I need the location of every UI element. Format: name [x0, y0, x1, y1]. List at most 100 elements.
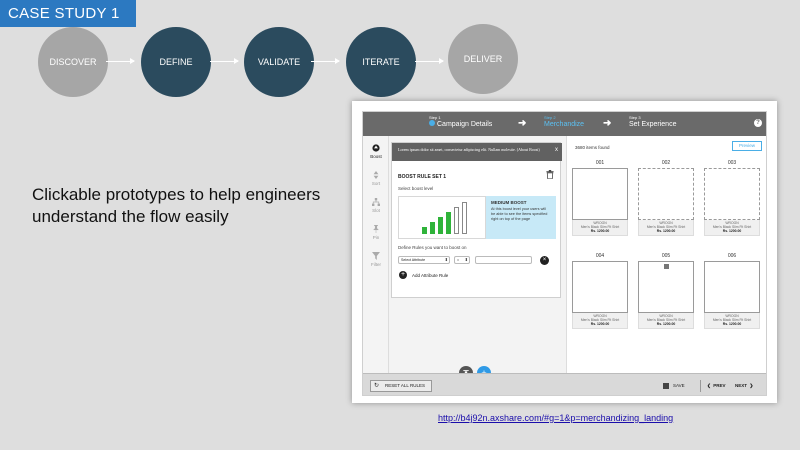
close-icon[interactable]: x: [555, 147, 558, 153]
boost-rule-panel: Lorem ipsum dolor sit amet, consectetur …: [391, 142, 562, 298]
rule-toolbar: Boost Sort Slot Pin Filter: [363, 136, 389, 373]
items-found-count: 3680 items found: [575, 145, 610, 150]
remove-rule-icon[interactable]: ×: [540, 256, 549, 265]
reset-label: RESET ALL RULES: [385, 383, 426, 388]
prev-button[interactable]: ❮ PREV: [707, 383, 726, 389]
product-caption: WROGN Men's Black Slim Fit Shirt Rs. 1200.…: [704, 220, 760, 236]
prototype-link[interactable]: http://b4j92n.axshare.com/#g=1&p=merchan…: [438, 413, 673, 423]
pin-icon: [373, 225, 379, 233]
step-label: DEFINE: [159, 57, 193, 67]
product-slot-number: 004: [595, 253, 605, 259]
tool-filter[interactable]: Filter: [363, 252, 389, 267]
boost-bar[interactable]: [446, 212, 451, 234]
boost-level-info: MEDIUM BOOST At this boost level your us…: [486, 196, 556, 239]
step-label: ITERATE: [362, 57, 400, 67]
wizard-step-set-experience[interactable]: Step 3 Set Experience: [629, 115, 676, 128]
product-price: Rs. 1200.00: [722, 322, 742, 326]
add-icon[interactable]: +: [399, 271, 407, 279]
tool-label: Boost: [370, 154, 382, 159]
wizard-step-title: Campaign Details: [437, 121, 493, 128]
wizard-bar: Step 1 Campaign Details ➜ Step 2 Merchan…: [363, 112, 766, 136]
product-price: Rs. 1200.00: [656, 322, 676, 326]
step-deliver: DELIVER: [448, 24, 518, 94]
tool-sort[interactable]: Sort: [363, 171, 389, 186]
refresh-icon: ↻: [374, 383, 380, 389]
boost-bar[interactable]: [462, 202, 467, 234]
operator-select[interactable]: =: [454, 256, 470, 264]
attribute-value-input[interactable]: [475, 256, 532, 264]
wizard-step-title: Set Experience: [629, 121, 677, 128]
preview-button[interactable]: Preview: [732, 141, 762, 151]
save-button[interactable]: SAVE: [663, 383, 685, 389]
add-attribute-rule-link[interactable]: Add Attribute Rule: [412, 273, 448, 278]
arrow-icon: [210, 58, 239, 64]
boost-bar[interactable]: [454, 207, 459, 234]
wizard-step-number: Step 1: [429, 115, 441, 120]
next-button[interactable]: NEXT ❯: [735, 383, 753, 389]
product-image: [572, 168, 628, 220]
product-card[interactable]: 002 WROGN Men's Black Slim Fit Shirt Rs. 1…: [638, 160, 694, 236]
prototype-screenshot: Step 1 Campaign Details ➜ Step 2 Merchan…: [352, 101, 777, 403]
tooltip-text: Lorem ipsum dolor sit amet, consectetur …: [398, 147, 540, 152]
boost-icon: [372, 144, 380, 152]
reset-all-rules-button[interactable]: ↻ RESET ALL RULES: [370, 380, 432, 392]
tool-label: Filter: [371, 262, 381, 267]
product-slot-number: 006: [727, 253, 737, 259]
product-caption: WROGN Men's Black Slim Fit Shirt Rs. 1200.…: [704, 313, 760, 329]
product-card[interactable]: 001 WROGN Men's Black Slim Fit Shirt Rs. 1…: [572, 160, 628, 236]
prev-label: PREV: [713, 383, 726, 388]
product-slot-number: 003: [727, 160, 737, 166]
product-image: [638, 261, 694, 313]
tool-label: Sort: [371, 181, 381, 186]
wizard-step-number: Step 2: [544, 115, 556, 120]
step-discover: DISCOVER: [38, 27, 108, 97]
boost-bar[interactable]: [430, 222, 435, 234]
tool-boost[interactable]: Boost: [363, 144, 389, 159]
arrow-right-icon: ➜: [603, 118, 612, 129]
product-card[interactable]: 004 WROGN Men's Black Slim Fit Shirt Rs. 1…: [572, 253, 628, 329]
product-price: Rs. 1200.00: [590, 229, 610, 233]
wizard-step-number: Step 3: [629, 115, 641, 120]
step-define: DEFINE: [141, 27, 211, 97]
arrow-icon: [311, 58, 340, 64]
help-icon[interactable]: ?: [754, 119, 762, 127]
check-icon: [429, 120, 435, 127]
product-caption: WROGN Men's Black Slim Fit Shirt Rs. 1200.…: [638, 220, 694, 236]
tool-label: Pin: [372, 235, 380, 240]
results-pane: 3680 items found Preview 001 WROGN Men's …: [566, 136, 766, 373]
boost-level-description: At this boost level your users will be a…: [491, 207, 548, 221]
pin-icon[interactable]: [664, 264, 669, 269]
product-image: [704, 261, 760, 313]
product-card[interactable]: 006 WROGN Men's Black Slim Fit Shirt Rs. 1…: [704, 253, 760, 329]
product-slot-number: 002: [661, 160, 671, 166]
product-caption: WROGN Men's Black Slim Fit Shirt Rs. 1200.…: [572, 313, 628, 329]
filter-icon: [372, 252, 380, 260]
wizard-step-title: Merchandize: [544, 121, 585, 128]
save-label: SAVE: [673, 383, 685, 389]
step-label: DISCOVER: [49, 57, 97, 67]
boost-bar[interactable]: [438, 217, 443, 234]
product-image: [572, 261, 628, 313]
boost-bar[interactable]: [422, 227, 427, 234]
arrow-icon: [106, 58, 135, 64]
step-label: VALIDATE: [257, 57, 301, 67]
boost-level-title: MEDIUM BOOST: [491, 200, 527, 205]
wizard-step-campaign-details[interactable]: Step 1 Campaign Details: [429, 115, 492, 128]
product-card[interactable]: 003 WROGN Men's Black Slim Fit Shirt Rs. 1…: [704, 160, 760, 236]
attribute-select[interactable]: Select Attribute: [398, 256, 450, 264]
product-price: Rs. 1200.00: [656, 229, 676, 233]
product-card[interactable]: 005 WROGN Men's Black Slim Fit Shirt Rs. 1…: [638, 253, 694, 329]
arrow-icon: [415, 58, 444, 64]
product-slot-number: 001: [595, 160, 605, 166]
tool-slot[interactable]: Slot: [363, 198, 389, 213]
boost-level-slider[interactable]: [398, 196, 486, 239]
product-image: [638, 168, 694, 220]
trash-icon[interactable]: [546, 170, 554, 179]
step-iterate: ITERATE: [346, 27, 416, 97]
tool-label: Slot: [372, 208, 380, 213]
product-caption: WROGN Men's Black Slim Fit Shirt Rs. 1200.…: [572, 220, 628, 236]
wizard-step-merchandize[interactable]: Step 2 Merchandize: [544, 115, 584, 128]
product-price: Rs. 1200.00: [590, 322, 610, 326]
rule-set-title: BOOST RULE SET 1: [398, 174, 447, 180]
tool-pin[interactable]: Pin: [363, 225, 389, 240]
